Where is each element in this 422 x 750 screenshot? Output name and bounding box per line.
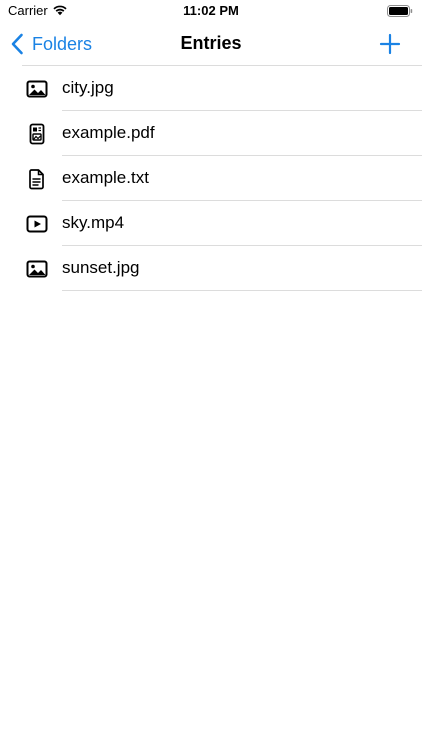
list-item[interactable]: example.pdf <box>0 111 422 156</box>
navigation-bar: Folders Entries <box>0 22 422 66</box>
photo-icon <box>26 80 48 98</box>
list-item[interactable]: sunset.jpg <box>0 246 422 291</box>
plus-icon <box>379 33 401 55</box>
page-title: Entries <box>180 33 242 53</box>
entry-name: city.jpg <box>62 78 114 97</box>
battery-icon <box>387 5 413 17</box>
list-item[interactable]: sky.mp4 <box>0 201 422 246</box>
entry-name: example.txt <box>62 168 149 187</box>
pdf-document-icon <box>29 123 45 145</box>
video-icon <box>26 215 48 233</box>
photo-icon <box>26 260 48 278</box>
entry-name: example.pdf <box>62 123 155 142</box>
screen: Carrier 11:02 PM Folders Entries city.jp… <box>0 0 422 750</box>
clock: 11:02 PM <box>183 3 239 18</box>
list-item[interactable]: example.txt <box>0 156 422 201</box>
list-item[interactable]: city.jpg <box>0 66 422 111</box>
add-button[interactable] <box>378 32 402 56</box>
status-bar: Carrier 11:02 PM <box>0 0 422 22</box>
entry-name: sky.mp4 <box>62 213 125 232</box>
entry-name: sunset.jpg <box>62 258 140 277</box>
entries-list: city.jpg example.pdf example.txt sky.mp4… <box>0 66 422 291</box>
text-document-icon <box>29 169 44 190</box>
row-separator <box>62 290 422 291</box>
